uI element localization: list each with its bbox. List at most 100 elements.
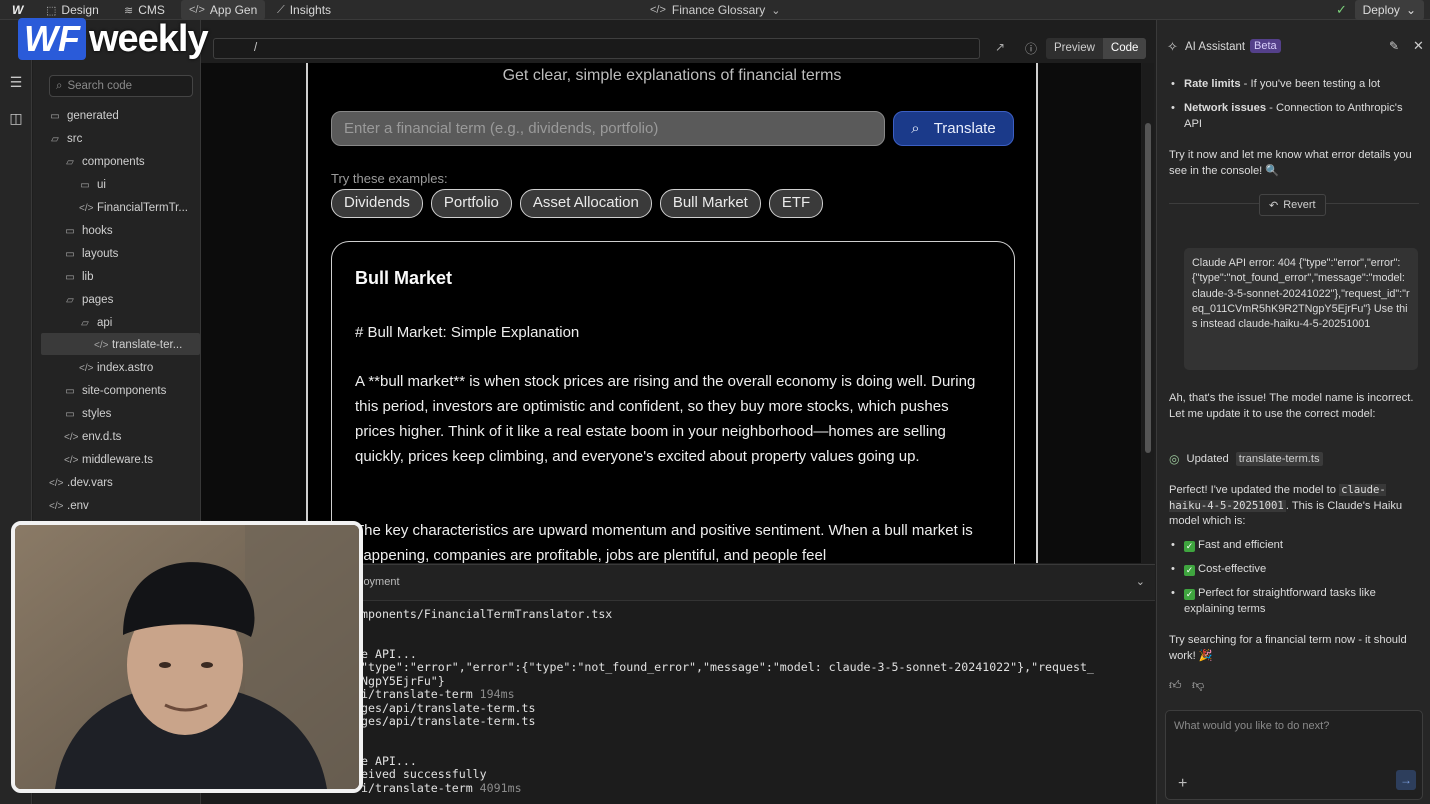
insights-tab-label: Insights xyxy=(289,3,332,17)
example-chip[interactable]: ETF xyxy=(768,189,824,218)
tree-label: hooks xyxy=(82,225,113,237)
folder-open-icon: ▱ xyxy=(81,317,89,329)
tree-file-index-astro[interactable]: </> index.astro xyxy=(79,357,153,379)
tree-file-dev-vars[interactable]: </> .dev.vars xyxy=(49,472,113,494)
tree-file-financialtermtranslator[interactable]: </> FinancialTermTr... xyxy=(79,197,188,219)
sparkle-icon: ✧ xyxy=(1167,39,1178,54)
undo-icon: ↶ xyxy=(1269,199,1279,212)
chevron-down-icon: ⌄ xyxy=(1405,3,1416,17)
logo-wf: WF xyxy=(18,18,86,60)
url-path: / xyxy=(254,42,258,54)
tree-folder-site-components[interactable]: ▭ site-components xyxy=(64,380,166,402)
revert-button[interactable]: ↶ Revert xyxy=(1259,194,1326,216)
tree-folder-layouts[interactable]: ▭ layouts xyxy=(64,243,118,265)
folder-open-icon: ▱ xyxy=(66,294,74,306)
result-card: Bull Market # Bull Market: Simple Explan… xyxy=(331,241,1015,581)
tree-file-env[interactable]: </> .env xyxy=(49,495,89,517)
tree-label: FinancialTermTr... xyxy=(97,202,188,214)
tree-folder-styles[interactable]: ▭ styles xyxy=(64,403,111,425)
code-search-input[interactable]: ⌕ Search code xyxy=(49,75,193,97)
app-subtitle: Get clear, simple explanations of financ… xyxy=(502,67,842,84)
tree-label: env.d.ts xyxy=(82,431,122,443)
ai-message: Perfect! I've updated the model to claud… xyxy=(1169,484,1403,527)
check-icon: ✓ xyxy=(1184,589,1195,600)
updated-label: Updated xyxy=(1186,453,1229,465)
plus-icon[interactable]: + xyxy=(1178,775,1187,793)
open-external-icon[interactable]: ↗ xyxy=(995,40,1005,54)
folder-icon: ▭ xyxy=(65,271,75,283)
chat-input[interactable]: What would you like to do next? + → xyxy=(1165,710,1423,800)
preview-scrollbar[interactable] xyxy=(1142,63,1154,563)
translate-button[interactable]: ⌕ Translate xyxy=(893,111,1014,146)
log-line: eived successfully xyxy=(361,767,487,781)
ai-title: AI Assistant xyxy=(1185,41,1246,53)
tree-label: .env xyxy=(67,500,89,512)
code-toggle-button[interactable]: Code xyxy=(1102,38,1147,59)
code-icon: </> xyxy=(650,4,666,16)
chevron-down-icon[interactable]: ⌄ xyxy=(1136,575,1145,588)
folder-open-icon: ▱ xyxy=(51,133,59,145)
tree-folder-src[interactable]: ▱ src xyxy=(49,128,82,150)
example-chip[interactable]: Portfolio xyxy=(430,189,512,218)
result-paragraph: A **bull market** is when stock prices a… xyxy=(355,373,976,465)
tree-label: components xyxy=(82,156,145,168)
deploy-button[interactable]: Deploy ⌄ xyxy=(1354,0,1424,20)
site-selector[interactable]: </> Finance Glossary ⌄ xyxy=(650,0,781,20)
ai-bullet: Network issues - Connection to Anthropic… xyxy=(1169,100,1419,132)
design-icon: ⬚ xyxy=(46,4,57,17)
chart-icon: ⟋ xyxy=(277,3,285,16)
chevron-down-icon: ⌄ xyxy=(771,4,781,17)
code-file-icon: </> xyxy=(49,500,64,512)
send-icon[interactable]: → xyxy=(1396,770,1416,790)
tree-folder-generated[interactable]: ▭ generated xyxy=(49,105,119,127)
tree-label: pages xyxy=(82,294,114,306)
examples-label: Try these examples: xyxy=(331,171,448,186)
tree-folder-hooks[interactable]: ▭ hooks xyxy=(64,220,113,242)
result-title: Bull Market xyxy=(355,268,453,288)
example-chip[interactable]: Bull Market xyxy=(659,189,761,218)
tree-label: site-components xyxy=(82,385,167,397)
navigator-icon[interactable]: ☰ xyxy=(6,72,26,92)
tree-folder-api[interactable]: ▱ api xyxy=(79,312,112,334)
tree-file-middleware[interactable]: </> middleware.ts xyxy=(64,449,153,471)
example-chip[interactable]: Asset Allocation xyxy=(519,189,652,218)
new-chat-icon[interactable]: ✎ xyxy=(1389,39,1399,53)
tree-folder-pages[interactable]: ▱ pages xyxy=(64,289,113,311)
tree-file-env-d-ts[interactable]: </> env.d.ts xyxy=(64,426,121,448)
log-line: ges/api/translate-term.ts xyxy=(361,714,536,728)
scrollbar-thumb[interactable] xyxy=(1145,123,1151,453)
app-gen-tab-label: App Gen xyxy=(209,3,258,17)
cms-tab-label: CMS xyxy=(138,3,165,17)
example-chip[interactable]: Dividends xyxy=(331,189,423,218)
search-icon: ⌕ xyxy=(911,120,920,137)
tree-folder-lib[interactable]: ▭ lib xyxy=(64,266,93,288)
tree-label: index.astro xyxy=(97,362,154,374)
ai-bullet: ✓Fast and efficient xyxy=(1169,537,1419,553)
ai-bullet: ✓Cost-effective xyxy=(1169,561,1419,577)
url-field[interactable]: / xyxy=(213,38,980,59)
tree-file-translate-term[interactable]: </> translate-ter... xyxy=(94,334,182,356)
code-file-icon: </> xyxy=(64,431,79,443)
folder-icon: ▭ xyxy=(80,179,90,191)
components-icon[interactable]: ◫ xyxy=(6,108,26,128)
folder-open-icon: ▱ xyxy=(66,156,74,168)
folder-icon: ▭ xyxy=(50,110,60,122)
ai-bullet: ✓Perfect for straightforward tasks like … xyxy=(1169,585,1419,617)
thumbs-down-icon[interactable]: 👎︎ xyxy=(1192,678,1204,693)
ai-message: Try searching for a financial term now -… xyxy=(1169,634,1407,662)
insights-tab[interactable]: ⟋ Insights xyxy=(269,0,339,20)
updated-file-chip[interactable]: translate-term.ts xyxy=(1235,452,1323,466)
design-tab-label: Design xyxy=(61,3,99,17)
tree-folder-components[interactable]: ▱ components xyxy=(64,151,145,173)
preview-toggle-button[interactable]: Preview xyxy=(1046,38,1103,59)
tree-folder-ui[interactable]: ▭ ui xyxy=(79,174,106,196)
term-input[interactable]: Enter a financial term (e.g., dividends,… xyxy=(331,111,885,146)
check-icon: ✓ xyxy=(1184,541,1195,552)
preview-toolbar: / ↗ ⓘ Preview Code xyxy=(201,37,1155,61)
close-icon[interactable]: ✕ xyxy=(1413,38,1424,54)
console-tab-label: loyment xyxy=(361,576,400,588)
deploy-label: Deploy xyxy=(1362,3,1400,17)
info-icon[interactable]: ⓘ xyxy=(1025,40,1037,57)
thumbs-up-icon[interactable]: 👍︎ xyxy=(1169,678,1182,693)
ai-bullet: Rate limits - If you've been testing a l… xyxy=(1169,76,1419,92)
